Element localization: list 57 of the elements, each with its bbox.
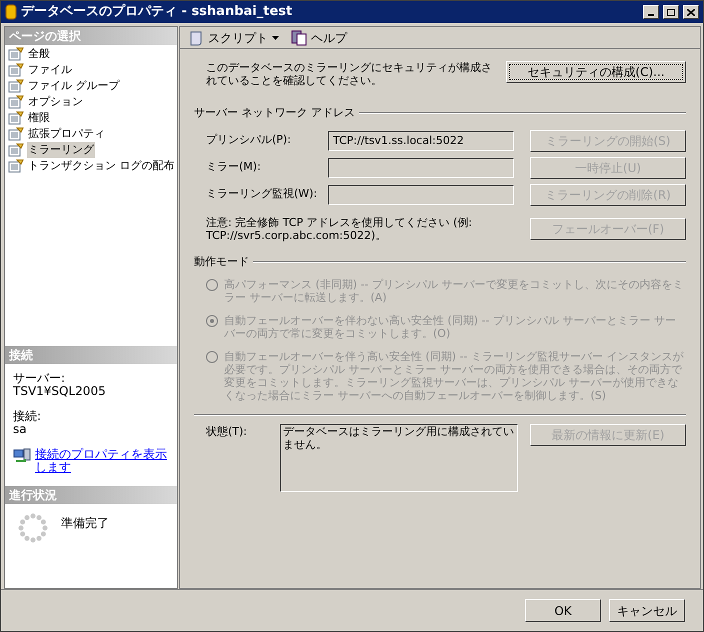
page-item[interactable]: 拡張プロパティ [27,126,106,142]
close-button[interactable] [683,5,699,19]
property-page-icon [8,159,24,173]
property-page-icon [8,111,24,125]
caret-icon [272,36,279,40]
property-page-icon [8,47,24,61]
progress-header: 進行状況 [5,486,177,504]
database-icon [5,4,17,20]
close-icon [687,8,695,16]
spinner-icon [17,512,49,544]
computers-icon [13,448,31,464]
window-title: データベースのプロパティ - sshanbai_test [21,2,294,22]
maximize-icon [667,8,675,16]
document-icon [291,30,307,46]
progress-status: 準備完了 [61,515,109,532]
cancel-button[interactable]: キャンセル [609,599,685,622]
address-note: 注意: 完全修飾 TCP アドレスを使用してください (例: TCP://svr5.corp.abc.com:5022)。 [206,216,474,242]
server-label: サーバー: [13,372,66,385]
page-item[interactable]: ファイル グループ [27,78,120,94]
status-label: 状態(T): [206,424,248,440]
property-page-icon [8,95,24,109]
property-page-icon [8,63,24,77]
field-label: ミラーリング監視(W): [206,186,318,202]
field-label: ミラー(M): [206,159,262,176]
page-item[interactable]: オプション [27,94,84,110]
minimize-button[interactable] [643,5,659,19]
server-name: TSV1¥SQL2005 [13,385,107,398]
mode-option-label: 高パフォーマンス (非同期) -- プリンシパル サーバーで変更をコミットし、次にその内容をミラー サーバーに転送します。(A) [224,278,685,304]
property-page-icon [8,127,24,141]
maximize-button[interactable] [663,5,679,19]
field-label: プリンシパル(P): [206,132,292,148]
help-button[interactable]: ヘルプ [287,28,351,46]
ok-button[interactable]: OK [525,599,601,622]
property-page-icon [8,143,24,157]
connection-properties-link[interactable]: 接続のプロパティを表示します [35,448,169,474]
connection-header: 接続 [5,346,177,364]
status-field[interactable]: データベースはミラーリング用に構成されていません。 [280,424,518,492]
configure-security-button[interactable]: セキュリティの構成(C)... [506,61,686,83]
address-field[interactable] [328,184,514,204]
address-field[interactable]: TCP://tsv1.ss.local:5022 [328,130,514,150]
page-item[interactable]: 全般 [27,46,51,62]
property-page-icon [8,79,24,93]
address-field[interactable] [328,158,514,178]
mode-option-label: 自動フェールオーバーを伴わない高い安全性 (同期) -- プリンシパル サーバーとミラー サーバーの両方で常に変更をコミットします。(O) [224,314,678,340]
page-item[interactable]: ミラーリング [27,142,95,158]
section-title: サーバー ネットワーク アドレス [194,105,355,121]
page-item[interactable]: 権限 [27,110,51,126]
page-item[interactable]: ファイル [27,62,73,78]
user-name: sa [13,423,28,436]
sidebar-header: ページの選択 [5,27,177,45]
section-title: 動作モード [194,254,249,270]
mode-option-label: 自動フェールオーバーを伴う高い安全性 (同期) -- ミラーリング監視サーバー インスタンスが必要です。プリンシパル サーバーとミラー サーバーの両方を使用できる場合は、その両方で変更をコミットします。ミラーリング監視サーバーは、プリンシパル サーバーが使用できなくなった場合にミラー サーバーへの自動フェールオーバーを制御します。(S) [224,350,685,402]
connection-label: 接続: [13,410,42,423]
script-button[interactable]: スクリプト [184,28,283,46]
security-note: このデータベースのミラーリングにセキュリティが構成されていることを確認してください。 [206,61,493,87]
scroll-icon [188,30,204,46]
page-item[interactable]: トランザクション ログの配布 [27,158,176,174]
